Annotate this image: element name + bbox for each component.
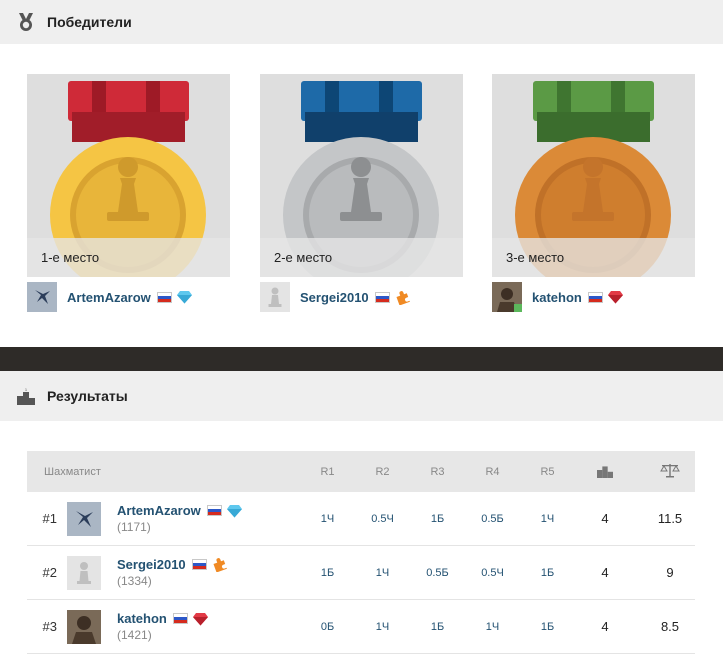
player-rating: (1421) [117, 628, 152, 642]
russia-flag-icon [191, 559, 207, 570]
avatar[interactable] [67, 501, 101, 536]
round-result-link[interactable]: 1Б [520, 567, 575, 579]
winner-first: ArtemAzarow [27, 281, 192, 313]
avatar[interactable] [27, 282, 57, 312]
player-cell: katehon (1421) [57, 609, 300, 644]
round-3-header: R3 [430, 465, 445, 478]
player-name-link[interactable]: ArtemAzarow [117, 503, 201, 518]
third-place-label: 3-е место [492, 238, 695, 277]
player-column-header[interactable]: Шахматист [27, 466, 300, 478]
silver-medal-card[interactable]: 2-е место [260, 74, 463, 277]
round-result-link[interactable]: 1Б [300, 567, 355, 579]
round-result-link[interactable]: 1Ч [355, 621, 410, 633]
results-table: Шахматист R1 R2 R3 R4 R5 #1 ArtemAzarow … [27, 451, 695, 654]
round-result-link[interactable]: 1Б [410, 621, 465, 633]
round-result-link[interactable]: 1Ч [520, 513, 575, 525]
winner-name-link[interactable]: ArtemAzarow [67, 290, 151, 305]
winners-section-header: Победители [0, 0, 723, 44]
round-result-link[interactable]: 0.5Ч [465, 567, 520, 579]
player-name-link[interactable]: Sergei2010 [117, 557, 186, 572]
russia-flag-icon [206, 505, 222, 516]
rank-cell: #1 [42, 511, 57, 526]
round-result-link[interactable]: 1Ч [465, 621, 520, 633]
gold-medal-card[interactable]: 1-е место [27, 74, 230, 277]
russia-flag-icon [587, 291, 603, 303]
player-name-link[interactable]: katehon [117, 611, 167, 626]
round-result-link[interactable]: 1Ч [300, 513, 355, 525]
round-result-link[interactable]: 0.5Б [465, 513, 520, 525]
winner-second: Sergei2010 [260, 281, 410, 313]
round-2-header: R2 [375, 465, 390, 478]
round-4-header: R4 [485, 465, 500, 478]
podium-icon: 1 [15, 385, 37, 407]
winner-name-link[interactable]: katehon [532, 290, 582, 305]
results-title: Результаты [47, 388, 128, 404]
player-cell: ArtemAzarow (1171) [57, 501, 300, 536]
puzzle-icon [395, 290, 410, 305]
round-result-link[interactable]: 1Б [410, 513, 465, 525]
round-result-link[interactable]: 0.5Б [410, 567, 465, 579]
svg-text:1: 1 [25, 387, 28, 392]
avatar[interactable] [260, 282, 290, 312]
table-header: Шахматист R1 R2 R3 R4 R5 [27, 451, 695, 492]
tiebreak-cell: 8.5 [660, 619, 680, 634]
round-result-link[interactable]: 1Б [520, 621, 575, 633]
podium-icon [597, 466, 613, 478]
player-rating: (1334) [117, 574, 152, 588]
tiebreak-cell: 9 [666, 565, 674, 580]
round-result-link[interactable]: 0.5Ч [355, 513, 410, 525]
avatar[interactable] [67, 555, 101, 590]
table-row: #2 Sergei2010 (1334) 1Б 1Ч 0.5Б 0.5Ч 1Б … [27, 546, 695, 600]
russia-flag-icon [156, 291, 172, 303]
puzzle-icon [212, 557, 227, 572]
winner-third: katehon [492, 281, 623, 313]
scales-icon [660, 464, 680, 478]
table-row: #1 ArtemAzarow (1171) 1Ч 0.5Ч 1Б 0.5Б 1Ч… [27, 492, 695, 546]
second-place-label: 2-е место [260, 238, 463, 277]
round-1-header: R1 [320, 465, 335, 478]
avatar[interactable] [492, 282, 522, 312]
player-rating: (1171) [117, 520, 151, 534]
medal-icon [15, 11, 37, 33]
rank-cell: #2 [42, 565, 57, 580]
diamond-icon [176, 290, 192, 305]
points-cell: 4 [601, 565, 609, 580]
russia-flag-icon [172, 613, 188, 624]
player-cell: Sergei2010 (1334) [57, 555, 300, 590]
points-header[interactable] [575, 462, 635, 481]
tiebreak-header[interactable] [635, 462, 705, 481]
russia-flag-icon [374, 291, 390, 303]
round-5-header: R5 [540, 465, 555, 478]
round-result-link[interactable]: 0Б [300, 621, 355, 633]
bronze-medal-card[interactable]: 3-е место [492, 74, 695, 277]
round-result-link[interactable]: 1Ч [355, 567, 410, 579]
tiebreak-cell: 11.5 [657, 511, 683, 526]
winners-title: Победители [47, 14, 132, 30]
points-cell: 4 [601, 619, 609, 634]
rank-cell: #3 [42, 619, 57, 634]
section-divider [0, 347, 723, 371]
ruby-icon [607, 290, 623, 305]
points-cell: 4 [601, 511, 609, 526]
ruby-icon [192, 611, 208, 626]
winner-name-link[interactable]: Sergei2010 [300, 290, 369, 305]
first-place-label: 1-е место [27, 238, 230, 277]
avatar[interactable] [67, 609, 101, 644]
results-section-header: 1 Результаты [0, 371, 723, 421]
diamond-icon [226, 503, 242, 518]
table-row: #3 katehon (1421) 0Б 1Ч 1Б 1Ч 1Б 4 8.5 [27, 600, 695, 654]
